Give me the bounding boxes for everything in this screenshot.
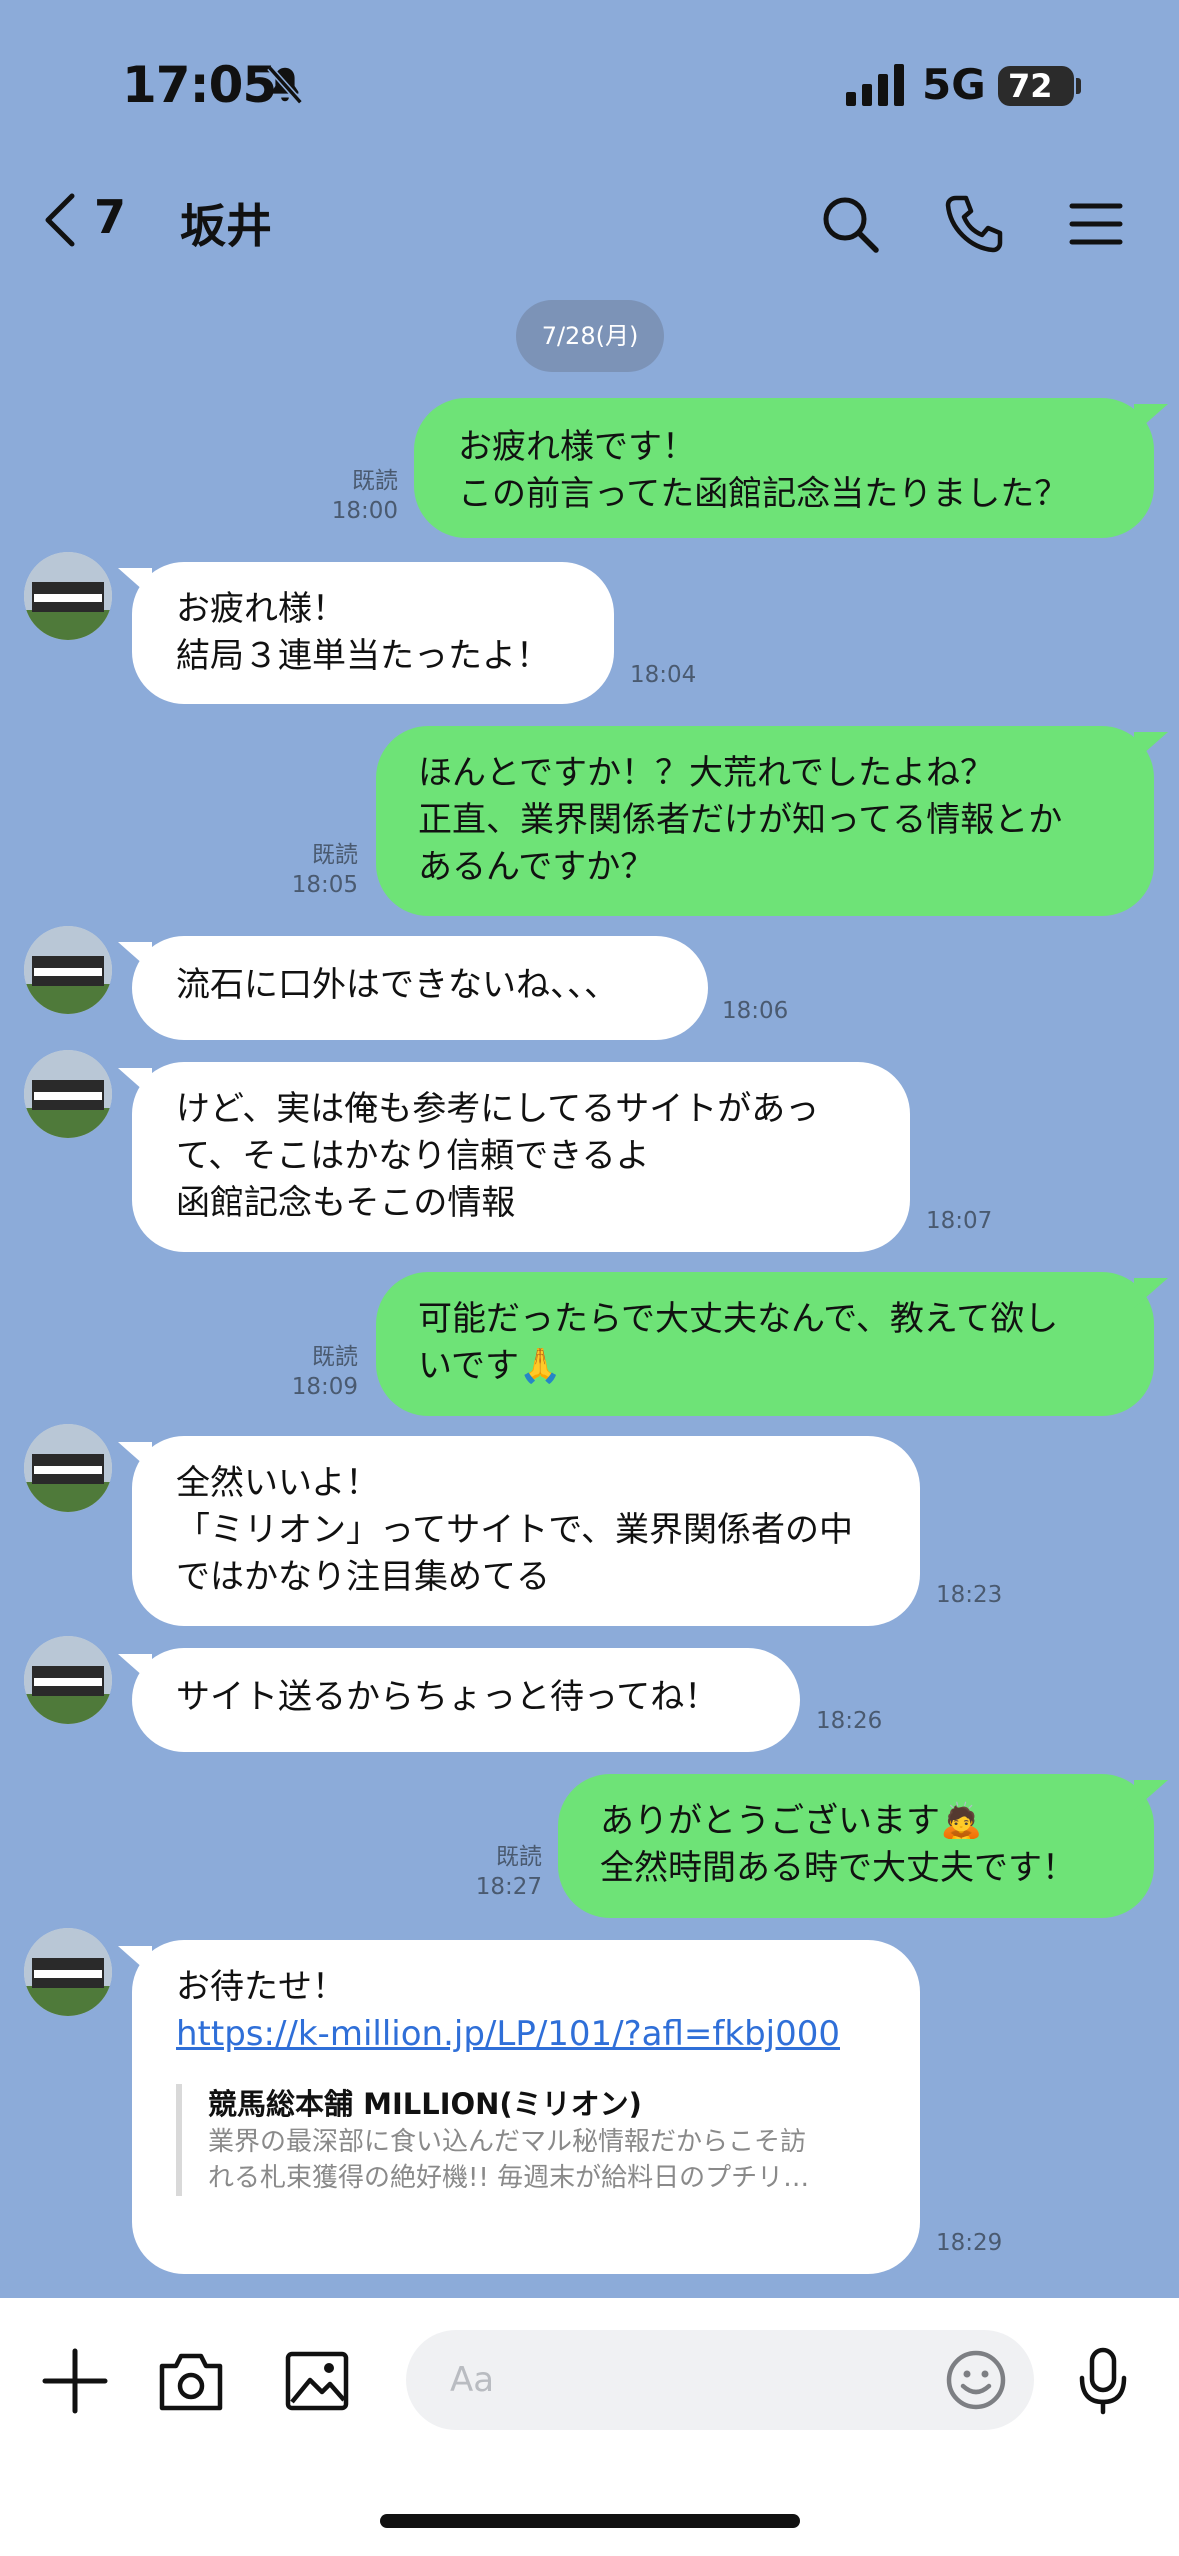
avatar[interactable] <box>24 1424 112 1512</box>
message-bubble-incoming[interactable]: サイト送るからちょっと待ってね！ <box>118 1648 800 1752</box>
image-icon[interactable] <box>282 2346 352 2416</box>
message-text: 流石に口外はできないね、、、 <box>176 965 618 1005</box>
link-preview-title: 競馬総本舗 MILLION(ミリオン) <box>208 2087 642 2121</box>
message-time: 18:09 <box>291 1374 358 1400</box>
status-bar: 17:05 5G 72 <box>0 0 1179 170</box>
message-bubble-incoming[interactable]: 流石に口外はできないね、、、 <box>118 936 708 1040</box>
message-text: 結局３連単当たったよ！ <box>176 636 550 676</box>
avatar-photo <box>24 926 112 1014</box>
message-text: ではかなり注目集めてる <box>176 1557 550 1597</box>
message-link[interactable]: https://k-million.jp/LP/101/?afl=fkbj000 <box>176 2011 876 2058</box>
message-meta: 既読 18:05 <box>270 840 358 900</box>
link-preview-description: 業界の最深部に食い込んだマル秘情報だからこそ訪 <box>208 2127 807 2157</box>
emoji-icon[interactable] <box>944 2348 1008 2412</box>
message-bubble-incoming[interactable]: 全然いいよ！ 「ミリオン」ってサイトで、業界関係者の中 ではかなり注目集めてる <box>118 1436 920 1626</box>
read-receipt: 既読 <box>352 468 398 494</box>
menu-icon[interactable] <box>1064 192 1128 256</box>
message-text: ありがとうございます🙇 <box>600 1801 983 1841</box>
chevron-left-icon[interactable] <box>40 190 80 250</box>
message-text: お待たせ！ <box>176 1967 346 2007</box>
date-separator: 7/28(月) <box>516 300 664 372</box>
avatar-photo <box>24 1928 112 2016</box>
microphone-icon[interactable] <box>1068 2346 1138 2416</box>
link-preview[interactable]: 競馬総本舗 MILLION(ミリオン) 業界の最深部に食い込んだマル秘情報だから… <box>176 2084 876 2196</box>
message-time: 18:05 <box>291 872 358 898</box>
message-text: けど、実は俺も参考にしてるサイトがあっ <box>176 1089 820 1129</box>
message-time: 18:04 <box>630 662 697 688</box>
avatar-photo <box>24 552 112 640</box>
search-icon[interactable] <box>818 192 882 256</box>
message-time: 18:26 <box>816 1708 883 1734</box>
message-time: 18:29 <box>936 2230 1003 2256</box>
phone-icon[interactable] <box>942 192 1006 256</box>
message-meta: 既読 18:09 <box>270 1342 358 1402</box>
message-text: この前言ってた函館記念当たりました？ <box>458 474 1069 514</box>
status-time: 17:05 <box>122 56 277 114</box>
message-bubble-outgoing[interactable]: ほんとですか！？大荒れでしたよね？ 正直、業界関係者だけが知ってる情報とか ある… <box>376 726 1168 916</box>
message-time: 18:07 <box>926 1208 993 1234</box>
message-time: 18:27 <box>475 1874 542 1900</box>
signal-icon <box>846 64 904 106</box>
read-receipt: 既読 <box>312 842 358 868</box>
message-text: あるんですか？ <box>418 847 655 887</box>
unread-count[interactable]: 7 <box>94 190 126 244</box>
message-meta: 既読 18:27 <box>454 1842 542 1902</box>
message-bubble-incoming[interactable]: お待たせ！ https://k-million.jp/LP/101/?afl=f… <box>118 1940 920 2274</box>
message-text: 「ミリオン」ってサイトで、業界関係者の中 <box>176 1510 853 1550</box>
message-bubble-incoming[interactable]: けど、実は俺も参考にしてるサイトがあっ て、そこはかなり信頼できるよ 函館記念も… <box>118 1062 910 1252</box>
avatar-photo <box>24 1050 112 1138</box>
camera-icon[interactable] <box>156 2346 226 2416</box>
home-indicator[interactable] <box>380 2514 800 2528</box>
message-text: お疲れ様です！ <box>458 427 696 467</box>
message-time: 18:00 <box>331 498 398 524</box>
message-text: サイト送るからちょっと待ってね！ <box>176 1677 719 1717</box>
avatar[interactable] <box>24 1928 112 2016</box>
read-receipt: 既読 <box>496 1844 542 1870</box>
message-time: 18:06 <box>722 998 789 1024</box>
message-text: 全然時間ある時で大丈夫です！ <box>600 1848 1076 1888</box>
message-bubble-outgoing[interactable]: お疲れ様です！ この前言ってた函館記念当たりました？ <box>414 398 1168 538</box>
chat-header: 7 坂井 <box>0 170 1179 280</box>
message-bubble-incoming[interactable]: お疲れ様！ 結局３連単当たったよ！ <box>118 562 614 704</box>
message-text: 函館記念もそこの情報 <box>176 1183 516 1223</box>
message-input[interactable]: Aa <box>406 2330 1034 2430</box>
avatar[interactable] <box>24 1636 112 1724</box>
avatar-photo <box>24 1424 112 1512</box>
message-bubble-outgoing[interactable]: ありがとうございます🙇 全然時間ある時で大丈夫です！ <box>558 1774 1168 1918</box>
message-bubble-outgoing[interactable]: 可能だったらで大丈夫なんで、教えて欲し いです🙏 <box>376 1272 1168 1416</box>
read-receipt: 既読 <box>312 1344 358 1370</box>
message-text: ほんとですか！？大荒れでしたよね？ <box>418 753 994 793</box>
plus-icon[interactable] <box>40 2346 110 2416</box>
message-text: お疲れ様！ <box>176 589 346 629</box>
avatar-photo <box>24 1636 112 1724</box>
link-preview-description: れる札束獲得の絶好機!! 毎週末が給料日のプチリ… <box>208 2163 810 2193</box>
chat-title: 坂井 <box>180 199 272 253</box>
battery-level: 72 <box>998 66 1074 106</box>
message-text: 可能だったらで大丈夫なんで、教えて欲し <box>418 1299 1059 1339</box>
message-text: 全然いいよ！ <box>176 1463 380 1503</box>
network-type: 5G <box>922 60 986 109</box>
avatar[interactable] <box>24 926 112 1014</box>
avatar[interactable] <box>24 552 112 640</box>
message-text: 正直、業界関係者だけが知ってる情報とか <box>418 800 1063 840</box>
message-meta: 既読 18:00 <box>310 466 398 526</box>
message-text: て、そこはかなり信頼できるよ <box>176 1136 650 1176</box>
avatar[interactable] <box>24 1050 112 1138</box>
message-text: いです🙏 <box>418 1346 562 1386</box>
battery-tip <box>1076 78 1081 94</box>
message-time: 18:23 <box>936 1582 1003 1608</box>
bell-slash-icon <box>267 65 303 105</box>
